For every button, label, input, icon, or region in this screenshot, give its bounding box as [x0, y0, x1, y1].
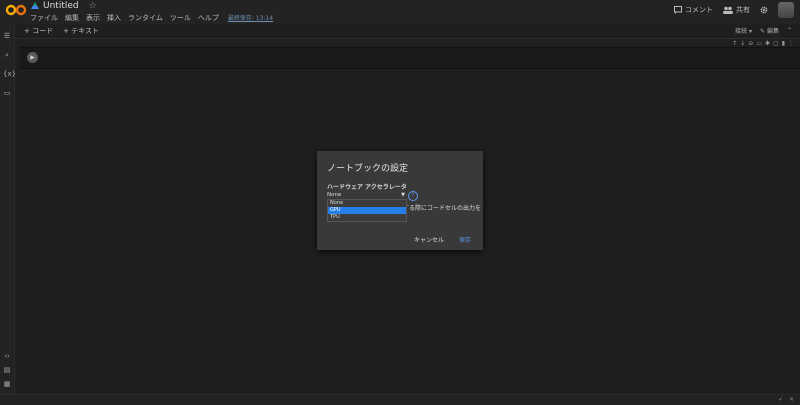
header-actions: コメント 共有 [674, 2, 794, 18]
move-down-icon[interactable]: ↓ [740, 40, 745, 47]
option-gpu[interactable]: GPU [328, 207, 406, 214]
command-palette-icon[interactable]: ▤ [3, 366, 11, 374]
notebook-settings-dialog: ノートブックの設定 ハードウェア アクセラレータ する際にコードセルの出力を N… [317, 151, 483, 250]
add-text-button[interactable]: + テキスト [63, 26, 99, 36]
comment-icon [674, 6, 682, 14]
drive-icon [31, 2, 39, 9]
code-cell[interactable]: ▶ [20, 47, 800, 69]
share-label: 共有 [736, 6, 750, 14]
more-icon[interactable]: ⋮ [788, 40, 794, 47]
toolbar-left: + コード + テキスト [24, 26, 99, 36]
folder-icon[interactable]: ▭ [3, 89, 11, 97]
code-snippets-icon[interactable]: ‹› [3, 352, 11, 360]
menu-help[interactable]: ヘルプ [198, 13, 219, 23]
title-row: Untitled ☆ [31, 0, 97, 12]
add-code-button[interactable]: + コード [24, 26, 53, 36]
menu-edit[interactable]: 編集 [65, 13, 79, 23]
comment-button[interactable]: コメント [674, 5, 713, 15]
accelerator-label: ハードウェア アクセラレータ [327, 184, 407, 191]
connect-label: 接続 [735, 28, 748, 35]
output-option-text: する際にコードセルの出力を [403, 205, 482, 212]
edit-label: 編集 [766, 28, 779, 35]
collapse-header-icon[interactable]: ⌃ [787, 27, 792, 34]
menu-bar: ファイル 編集 表示 挿入 ランタイム ツール ヘルプ 最終保存: 13:14 [30, 13, 273, 23]
mirror-cell-icon[interactable]: ▢ [773, 40, 779, 47]
last-saved-link[interactable]: 最終保存: 13:14 [228, 13, 273, 23]
gear-icon[interactable] [760, 6, 768, 14]
cancel-button[interactable]: キャンセル [414, 235, 444, 244]
menu-file[interactable]: ファイル [30, 13, 58, 23]
option-tpu[interactable]: TPU [328, 214, 406, 221]
left-rail: ☰ ⌕ {x} ▭ ‹› ▤ ▦ [0, 24, 16, 404]
star-icon[interactable]: ☆ [89, 1, 97, 11]
menu-view[interactable]: 表示 [86, 13, 100, 23]
help-icon[interactable]: ? [408, 191, 418, 201]
close-icon[interactable]: ✕ [789, 396, 794, 403]
terminal-icon[interactable]: ▦ [3, 380, 11, 388]
run-cell-button[interactable]: ▶ [27, 52, 38, 63]
move-up-icon[interactable]: ↑ [732, 40, 737, 47]
check-icon[interactable]: ✓ [778, 396, 783, 403]
accelerator-dropdown: None GPU TPU [327, 199, 407, 222]
comment-cell-icon[interactable]: ▭ [756, 40, 762, 47]
link-icon[interactable]: ⊝ [748, 40, 753, 47]
pencil-icon: ✎ [760, 28, 766, 35]
delete-cell-icon[interactable]: ▮ [782, 40, 785, 47]
accelerator-selected-value: None [327, 192, 342, 198]
notebook-title[interactable]: Untitled [43, 1, 79, 11]
avatar[interactable] [778, 2, 794, 18]
colab-logo-icon[interactable] [5, 4, 27, 16]
option-none[interactable]: None [328, 200, 406, 207]
notebook-toolbar: + コード + テキスト 接続 ▾ ✎ 編集 ⌃ [14, 24, 800, 39]
status-bar: ✓ ✕ [0, 394, 800, 405]
toolbar-right: 接続 ▾ ✎ 編集 ⌃ [735, 26, 792, 35]
connect-button[interactable]: 接続 ▾ [735, 26, 752, 35]
cell-toolbar: ↑ ↓ ⊝ ▭ ✱ ▢ ▮ ⋮ [732, 40, 794, 47]
menu-runtime[interactable]: ランタイム [128, 13, 163, 23]
menu-insert[interactable]: 挿入 [107, 13, 121, 23]
people-icon [723, 6, 733, 14]
dialog-title: ノートブックの設定 [327, 164, 409, 174]
settings-cell-icon[interactable]: ✱ [765, 40, 770, 47]
status-bar-actions: ✓ ✕ [778, 396, 794, 403]
menu-tools[interactable]: ツール [170, 13, 191, 23]
save-button[interactable]: 保存 [459, 235, 471, 244]
comment-label: コメント [685, 6, 713, 14]
edit-button[interactable]: ✎ 編集 [760, 26, 779, 35]
app-header: Untitled ☆ ファイル 編集 表示 挿入 ランタイム ツール ヘルプ 最… [0, 0, 800, 24]
search-icon[interactable]: ⌕ [3, 51, 11, 59]
share-button[interactable]: 共有 [723, 5, 750, 15]
toc-icon[interactable]: ☰ [3, 32, 11, 40]
chevron-down-icon: ▾ [748, 28, 752, 35]
play-icon: ▶ [30, 54, 35, 61]
variables-icon[interactable]: {x} [3, 70, 16, 78]
